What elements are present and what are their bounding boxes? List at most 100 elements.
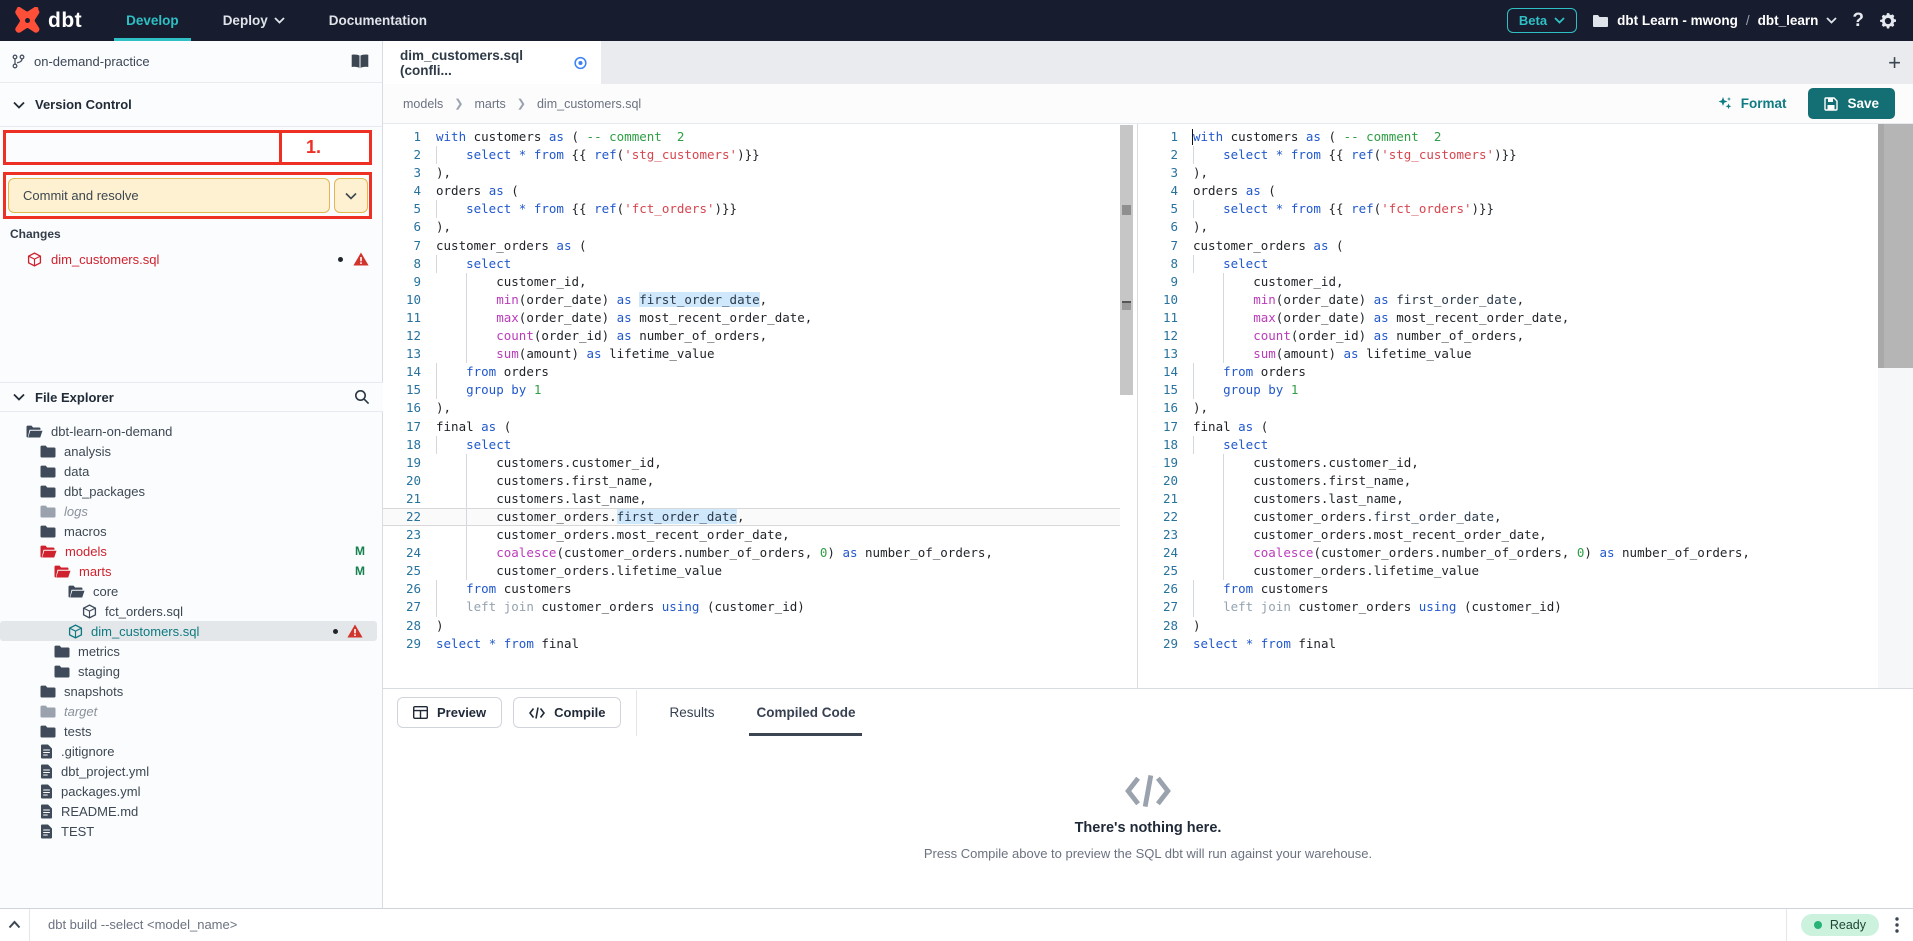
preview-button[interactable]: Preview <box>397 697 502 728</box>
code-line[interactable]: 7customer_orders as ( <box>383 237 1120 255</box>
code-line[interactable]: 21 customers.last_name, <box>1140 490 1878 508</box>
code-line[interactable]: 1with customers as ( -- comment 2 <box>383 128 1120 146</box>
code-line[interactable]: 19 customers.customer_id, <box>383 454 1120 472</box>
vertical-scrollbar[interactable] <box>1878 124 1913 688</box>
code-line[interactable]: 24 coalesce(customer_orders.number_of_or… <box>1140 544 1878 562</box>
tree-item-target[interactable]: target <box>0 701 383 721</box>
file-explorer-header[interactable]: File Explorer <box>0 382 383 412</box>
code-line[interactable]: 27 left join customer_orders using (cust… <box>1140 598 1878 616</box>
tab-compiled-code[interactable]: Compiled Code <box>735 689 876 736</box>
gear-icon[interactable] <box>1879 12 1897 30</box>
tree-item-dbt-project-yml[interactable]: dbt_project.yml <box>0 761 383 781</box>
tree-item-logs[interactable]: logs <box>0 501 383 521</box>
code-line[interactable]: 10 min(order_date) as first_order_date, <box>383 291 1120 309</box>
code-line[interactable]: 13 sum(amount) as lifetime_value <box>383 345 1120 363</box>
nav-develop[interactable]: Develop <box>104 0 201 41</box>
nav-documentation[interactable]: Documentation <box>307 0 449 41</box>
code-line[interactable]: 15 group by 1 <box>383 381 1120 399</box>
tab-dim-customers[interactable]: dim_customers.sql (confli... <box>383 41 601 84</box>
code-pane-right[interactable]: 1with customers as ( -- comment 22 selec… <box>1140 124 1878 688</box>
code-line[interactable]: 16), <box>1140 399 1878 417</box>
code-line[interactable]: 14 from orders <box>1140 363 1878 381</box>
code-line[interactable]: 22 customer_orders.first_order_date, <box>383 508 1120 526</box>
dbt-logo[interactable]: dbt <box>0 7 104 34</box>
code-line[interactable]: 14 from orders <box>383 363 1120 381</box>
tree-item-readme-md[interactable]: README.md <box>0 801 383 821</box>
code-line[interactable]: 23 customer_orders.most_recent_order_dat… <box>383 526 1120 544</box>
expand-command-bar-button[interactable] <box>0 909 30 941</box>
breadcrumb-marts[interactable]: marts <box>475 97 506 111</box>
code-line[interactable]: 26 from customers <box>1140 580 1878 598</box>
tab-results[interactable]: Results <box>648 689 735 736</box>
code-line[interactable]: 25 customer_orders.lifetime_value <box>1140 562 1878 580</box>
scrollbar-thumb[interactable] <box>1878 124 1913 368</box>
git-branch-selector[interactable]: on-demand-practice <box>0 41 382 83</box>
code-line[interactable]: 19 customers.customer_id, <box>1140 454 1878 472</box>
code-line[interactable]: 24 coalesce(customer_orders.number_of_or… <box>383 544 1120 562</box>
code-line[interactable]: 4orders as ( <box>1140 182 1878 200</box>
tree-item-data[interactable]: data <box>0 461 383 481</box>
book-icon[interactable] <box>351 54 370 70</box>
breadcrumb-file[interactable]: dim_customers.sql <box>537 97 641 111</box>
code-line[interactable]: 29select * from final <box>383 635 1120 653</box>
code-line[interactable]: 23 customer_orders.most_recent_order_dat… <box>1140 526 1878 544</box>
commit-options-dropdown[interactable] <box>334 178 368 213</box>
code-line[interactable]: 20 customers.first_name, <box>1140 472 1878 490</box>
search-icon[interactable] <box>354 389 370 405</box>
code-line[interactable]: 25 customer_orders.lifetime_value <box>383 562 1120 580</box>
code-line[interactable]: 13 sum(amount) as lifetime_value <box>1140 345 1878 363</box>
code-line[interactable]: 15 group by 1 <box>1140 381 1878 399</box>
code-line[interactable]: 28) <box>383 617 1120 635</box>
code-line[interactable]: 5 select * from {{ ref('fct_orders')}} <box>383 200 1120 218</box>
new-tab-button[interactable]: + <box>1888 41 1901 84</box>
tree-item-core[interactable]: core <box>0 581 383 601</box>
code-line[interactable]: 11 max(order_date) as most_recent_order_… <box>1140 309 1878 327</box>
code-line[interactable]: 17final as ( <box>1140 418 1878 436</box>
code-line[interactable]: 7customer_orders as ( <box>1140 237 1878 255</box>
code-line[interactable]: 5 select * from {{ ref('fct_orders')}} <box>1140 200 1878 218</box>
code-line[interactable]: 4orders as ( <box>383 182 1120 200</box>
tree-item-packages-yml[interactable]: packages.yml <box>0 781 383 801</box>
breadcrumb-models[interactable]: models <box>403 97 443 111</box>
compile-button[interactable]: Compile <box>513 697 621 728</box>
help-icon[interactable]: ? <box>1852 10 1864 32</box>
code-line[interactable]: 17final as ( <box>383 418 1120 436</box>
code-line[interactable]: 28) <box>1140 617 1878 635</box>
code-line[interactable]: 8 select <box>383 255 1120 273</box>
format-button[interactable]: Format <box>1717 96 1787 112</box>
tree-item-marts[interactable]: martsM <box>0 561 383 581</box>
code-line[interactable]: 22 customer_orders.first_order_date, <box>1140 508 1878 526</box>
code-line[interactable]: 3), <box>1140 164 1878 182</box>
code-line[interactable]: 12 count(order_id) as number_of_orders, <box>383 327 1120 345</box>
overview-ruler[interactable] <box>1120 125 1133 395</box>
tree-item-dbt-packages[interactable]: dbt_packages <box>0 481 383 501</box>
code-line[interactable]: 9 customer_id, <box>383 273 1120 291</box>
tree-item-analysis[interactable]: analysis <box>0 441 383 461</box>
command-input[interactable]: dbt build --select <model_name> <box>30 917 1786 932</box>
code-line[interactable]: 6), <box>383 218 1120 236</box>
tree-item--gitignore[interactable]: .gitignore <box>0 741 383 761</box>
tree-item-test[interactable]: TEST <box>0 821 383 841</box>
code-line[interactable]: 16), <box>383 399 1120 417</box>
nav-deploy[interactable]: Deploy <box>201 0 307 41</box>
tree-item-dbt-learn-on-demand[interactable]: dbt-learn-on-demand <box>0 421 383 441</box>
code-line[interactable]: 2 select * from {{ ref('stg_customers')}… <box>1140 146 1878 164</box>
tree-item-metrics[interactable]: metrics <box>0 641 383 661</box>
beta-dropdown[interactable]: Beta <box>1507 8 1577 33</box>
tree-item-tests[interactable]: tests <box>0 721 383 741</box>
code-line[interactable]: 18 select <box>1140 436 1878 454</box>
code-line[interactable]: 18 select <box>383 436 1120 454</box>
code-line[interactable]: 12 count(order_id) as number_of_orders, <box>1140 327 1878 345</box>
code-line[interactable]: 8 select <box>1140 255 1878 273</box>
version-control-header[interactable]: Version Control <box>0 83 382 127</box>
code-line[interactable]: 9 customer_id, <box>1140 273 1878 291</box>
code-line[interactable]: 10 min(order_date) as first_order_date, <box>1140 291 1878 309</box>
save-button[interactable]: Save <box>1808 88 1895 119</box>
code-line[interactable]: 3), <box>383 164 1120 182</box>
code-line[interactable]: 26 from customers <box>383 580 1120 598</box>
account-project-switcher[interactable]: dbt Learn - mwong / dbt_learn <box>1592 13 1837 28</box>
code-line[interactable]: 11 max(order_date) as most_recent_order_… <box>383 309 1120 327</box>
changed-file-row[interactable]: dim_customers.sql <box>0 246 383 272</box>
code-pane-left[interactable]: 1with customers as ( -- comment 22 selec… <box>383 124 1120 688</box>
tree-item-macros[interactable]: macros <box>0 521 383 541</box>
